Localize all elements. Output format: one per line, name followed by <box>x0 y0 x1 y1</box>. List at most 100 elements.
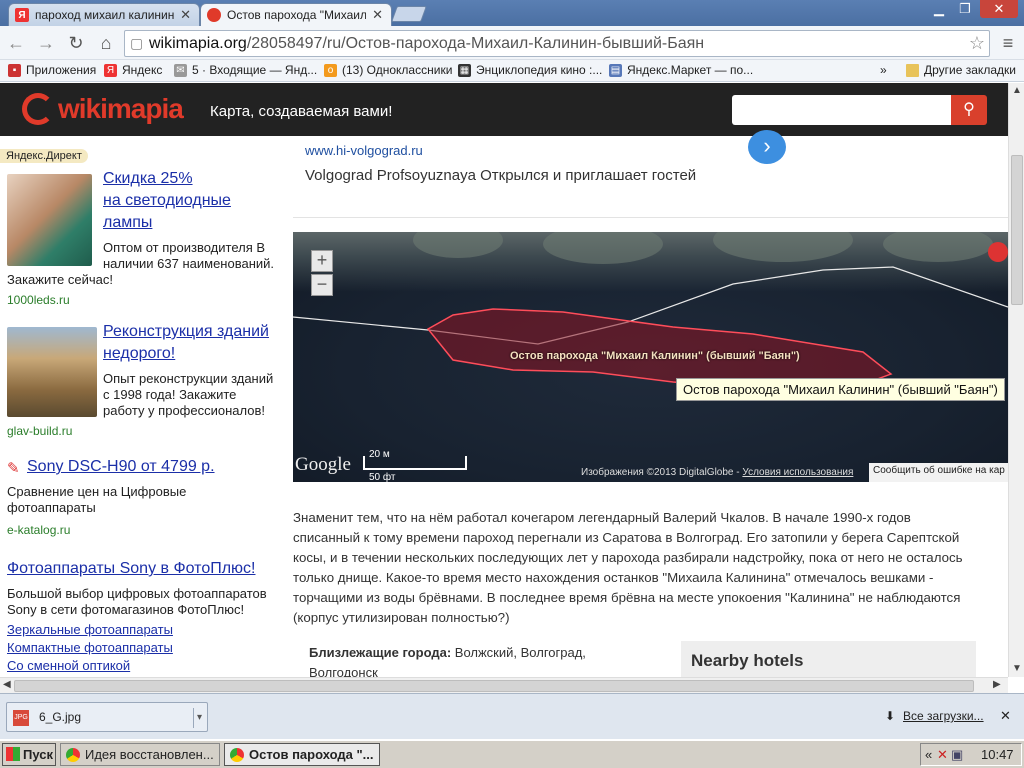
promo-arrow-button[interactable]: › <box>748 130 786 164</box>
zoom-out-button[interactable]: − <box>311 274 333 296</box>
tab-title: Остов парохода "Михаил К <box>227 8 367 22</box>
ad-image-lamp[interactable] <box>7 174 92 266</box>
ad-title-lamps[interactable]: Скидка 25% на светодиодные лампы <box>103 168 231 234</box>
terms-link[interactable]: Условия использования <box>742 467 853 478</box>
tab-wikimapia[interactable]: Остов парохода "Михаил К ✕ <box>200 3 392 26</box>
ad-image-building[interactable] <box>7 327 97 417</box>
nearby-cities-list[interactable]: Волжский, Волгоград, <box>455 645 586 660</box>
report-error-link[interactable]: Сообщить об ошибке на кар <box>869 463 1008 482</box>
ad-domain[interactable]: glav-build.ru <box>7 424 72 438</box>
minimize-icon[interactable]: ▁ <box>926 0 952 18</box>
tray-app-icon[interactable]: ▣ <box>951 744 963 765</box>
address-path: /28058497/ru/Остов-парохода-Михаил-Калин… <box>246 35 705 52</box>
zoom-controls: + − <box>311 250 333 296</box>
ad-text: Закажите сейчас! <box>7 272 113 287</box>
tray-expand-icon[interactable]: « <box>925 744 932 765</box>
bookmark-yandex[interactable]: Я Яндекс <box>104 63 162 77</box>
nearby-hotels-panel: Nearby hotels <box>681 641 976 681</box>
taskbar-item[interactable]: Идея восстановлен... <box>60 743 220 766</box>
bookmark-apps[interactable]: ▪ Приложения <box>8 63 96 77</box>
start-button[interactable]: Пуск <box>2 743 56 766</box>
horizontal-scrollbar[interactable]: ◀ ▶ <box>0 677 1008 693</box>
search-input[interactable] <box>732 95 952 125</box>
all-downloads-link[interactable]: Все загрузки... <box>903 709 984 723</box>
restore-icon[interactable]: ❐ <box>952 0 978 18</box>
taskbar-item-active[interactable]: Остов парохода "... <box>224 743 380 766</box>
scroll-down-icon[interactable]: ▼ <box>1012 663 1022 674</box>
tab-bar: Я пароход михаил калинин — ✕ Остов парох… <box>0 0 1024 26</box>
forward-icon[interactable]: → <box>34 31 58 55</box>
download-item[interactable]: JPG 6_G.jpg ▾ <box>6 702 208 732</box>
scroll-right-icon[interactable]: ▶ <box>993 679 1001 690</box>
chevron-down-icon[interactable]: ▾ <box>193 708 202 728</box>
bookmark-mail[interactable]: ✉ 5 · Входящие — Янд... <box>174 63 317 77</box>
back-icon[interactable]: ← <box>4 31 28 55</box>
system-tray: « ✕ ▣ 10:47 <box>920 743 1022 766</box>
search-icon: ⚲ <box>963 101 975 118</box>
close-tab-icon[interactable]: ✕ <box>372 7 383 23</box>
windows-icon <box>6 747 20 761</box>
tab-search[interactable]: Я пароход михаил калинин — ✕ <box>8 3 200 26</box>
promo-link[interactable]: www.hi-volgograd.ru <box>305 143 423 158</box>
menu-icon[interactable]: ≡ <box>996 31 1020 55</box>
ad-link-compact[interactable]: Компактные фотоаппараты <box>7 640 173 655</box>
ad-text: Большой выбор цифровых фотоаппаратов Sony… <box>7 586 267 617</box>
apps-icon: ▪ <box>8 63 21 77</box>
ad-link-mirrorless[interactable]: Со сменной оптикой <box>7 658 130 673</box>
browser-toolbar: ← → ↻ ⌂ ▢ wikimapia.org/28058497/ru/Осто… <box>0 26 1024 60</box>
ads-column: Яндекс.Директ Скидка 25% на светодиодные л… <box>0 136 292 677</box>
scroll-up-icon[interactable]: ▲ <box>1012 85 1022 96</box>
scroll-left-icon[interactable]: ◀ <box>3 679 11 690</box>
close-window-icon[interactable]: ✕ <box>980 0 1018 18</box>
tab-title: пароход михаил калинин — <box>35 8 175 22</box>
map-view[interactable]: + − Остов парохода "Михаил Калинин" (быв… <box>293 232 1008 482</box>
download-arrow-icon: ⬇ <box>885 709 896 723</box>
close-downloads-icon[interactable]: ✕ <box>1000 708 1011 724</box>
ad-link-mirror[interactable]: Зеркальные фотоаппараты <box>7 622 173 637</box>
site-tagline: Карта, создаваемая вами! <box>210 103 393 120</box>
scroll-thumb[interactable] <box>1011 155 1023 305</box>
google-logo: Google <box>295 454 351 475</box>
star-icon[interactable]: ☆ <box>969 31 985 56</box>
promo-text: Volgograd Profsoyuznaya Открылся и пригл… <box>305 167 697 184</box>
bookmark-kino[interactable]: ▦ Энциклопедия кино :... <box>458 63 602 77</box>
new-tab-button[interactable] <box>391 6 427 22</box>
ad-text: Опыт реконструкции зданий с 1998 года! За… <box>103 371 274 418</box>
address-bar[interactable]: ▢ wikimapia.org/28058497/ru/Остов-парохо… <box>124 30 990 57</box>
reload-icon[interactable]: ↻ <box>64 31 88 55</box>
bookmark-odnoklassniki[interactable]: o (13) Одноклассники <box>324 63 452 77</box>
chrome-icon <box>230 748 244 762</box>
wikimapia-map-icon[interactable] <box>988 242 1008 262</box>
ad-domain[interactable]: 1000leds.ru <box>7 293 70 307</box>
wikimapia-icon <box>207 8 221 22</box>
ad-text: Оптом от производителя Вналичии 637 наим… <box>103 240 275 271</box>
network-icon[interactable]: ✕ <box>937 744 948 765</box>
zoom-in-button[interactable]: + <box>311 250 333 272</box>
bookmark-other[interactable]: Другие закладки <box>906 63 1016 77</box>
bookmarks-bar: ▪ Приложения Я Яндекс ✉ 5 · Входящие — Янд.… <box>0 60 1024 82</box>
close-tab-icon[interactable]: ✕ <box>180 7 191 23</box>
search-button[interactable]: ⚲ <box>951 95 987 125</box>
ad-title-reconstruction[interactable]: Реконструкция зданий недорого! <box>103 321 269 365</box>
page-icon: ▢ <box>130 35 144 51</box>
nearby-hotels-title: Nearby hotels <box>691 651 804 670</box>
vertical-scrollbar[interactable]: ▲ ▼ <box>1008 83 1024 677</box>
film-icon: ▦ <box>458 63 471 77</box>
wikimapia-logo[interactable]: wikimapia <box>22 93 184 125</box>
ad-title-sony[interactable]: Sony DSC-H90 от 4799 р. <box>27 456 215 478</box>
home-icon[interactable]: ⌂ <box>94 31 118 55</box>
wikimapia-logo-icon <box>22 93 54 125</box>
map-object-label[interactable]: Остов парохода "Михаил Калинин" (бывший … <box>510 350 800 362</box>
yandex-direct-label[interactable]: Яндекс.Директ <box>0 149 88 163</box>
ad-text: Сравнение цен на Цифровые фотоаппараты <box>7 484 187 515</box>
clock: 10:47 <box>981 747 1014 762</box>
camera-icon: ✎ <box>7 460 20 477</box>
ad-title-fotoplus[interactable]: Фотоаппараты Sony в ФотоПлюс! <box>7 558 256 580</box>
bookmark-market[interactable]: ▤ Яндекс.Маркет — по... <box>609 63 753 77</box>
divider <box>293 217 1008 218</box>
taskbar: Пуск Идея восстановлен... Остов парохода… <box>0 739 1024 768</box>
bookmarks-more[interactable]: » <box>880 63 887 77</box>
ad-domain[interactable]: e-katalog.ru <box>7 523 70 537</box>
scale-feet: 50 фт <box>369 472 396 482</box>
scroll-thumb[interactable] <box>14 680 974 692</box>
